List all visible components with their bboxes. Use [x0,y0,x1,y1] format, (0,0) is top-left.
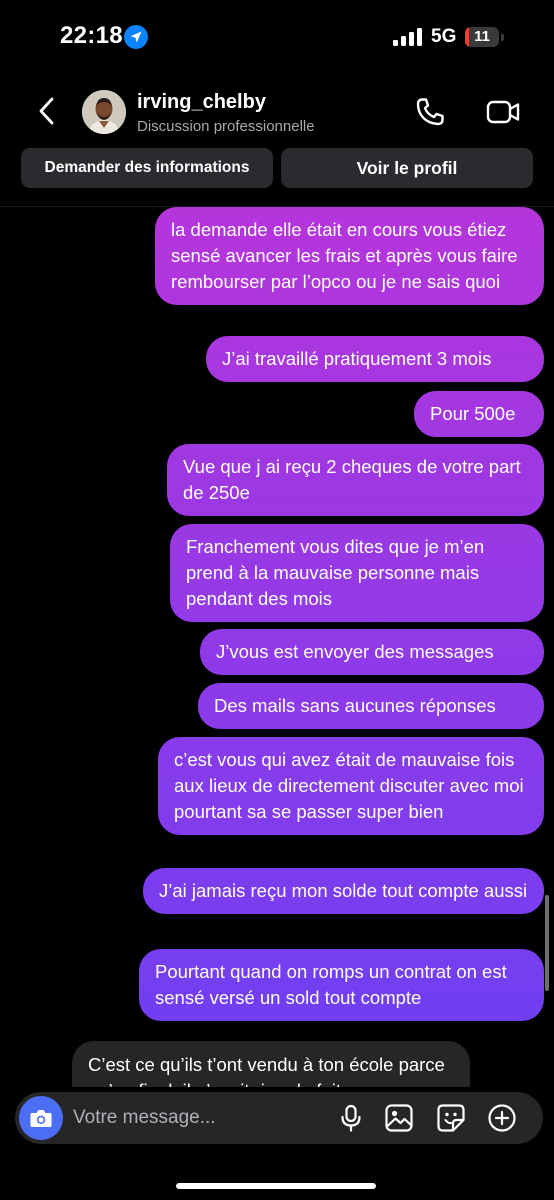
message-bubble-sent[interactable]: Pourtant quand on romps un contrat on es… [139,949,544,1021]
sticker-icon[interactable] [436,1103,466,1133]
location-arrow-icon [124,25,148,49]
view-profile-button[interactable]: Voir le profil [281,148,533,188]
message-thread[interactable]: la demande elle était en cours vous étie… [0,207,554,1087]
camera-button[interactable] [19,1096,63,1140]
avatar[interactable] [82,90,126,134]
message-bubble-sent[interactable]: J’ai travaillé pratiquement 3 mois [206,336,544,382]
home-indicator [176,1183,376,1189]
gallery-icon[interactable] [384,1103,414,1133]
video-camera-icon[interactable] [486,96,520,128]
message-bubble-sent[interactable]: Vue que j ai reçu 2 cheques de votre par… [167,444,544,516]
chat-subtitle: Discussion professionnelle [137,118,315,135]
phone-icon[interactable] [414,96,446,128]
back-chevron-icon[interactable] [30,94,64,128]
message-composer [15,1092,543,1144]
scrollbar[interactable] [545,895,549,991]
message-input[interactable] [73,1096,323,1140]
camera-icon [30,1110,52,1127]
plus-icon[interactable] [487,1103,517,1133]
message-bubble-sent[interactable]: J’ai jamais reçu mon solde tout compte a… [143,868,544,914]
chat-username[interactable]: irving_chelby [137,91,266,114]
message-bubble-sent[interactable]: c’est vous qui avez était de mauvaise fo… [158,737,544,835]
signal-icon [393,28,422,46]
chat-header: irving_chelby Discussion professionnelle… [0,78,554,207]
battery-indicator: 11 [465,27,505,49]
microphone-icon[interactable] [336,1103,366,1133]
message-bubble-sent[interactable]: Des mails sans aucunes réponses [198,683,544,729]
status-time: 22:18 [60,22,123,49]
status-bar: 22:18 5G 11 [0,0,554,78]
message-bubble-sent[interactable]: Pour 500e [414,391,544,437]
request-info-button[interactable]: Demander des informations [21,148,273,188]
battery-percentage: 11 [474,28,490,45]
message-bubble-sent[interactable]: J’vous est envoyer des messages [200,629,544,675]
message-bubble-sent[interactable]: Franchement vous dites que je m’en prend… [170,524,544,622]
message-bubble-sent[interactable]: la demande elle était en cours vous étie… [155,207,544,305]
message-bubble-received[interactable]: C’est ce qu’ils t’ont vendu à ton école … [72,1041,470,1087]
network-type: 5G [431,26,457,47]
